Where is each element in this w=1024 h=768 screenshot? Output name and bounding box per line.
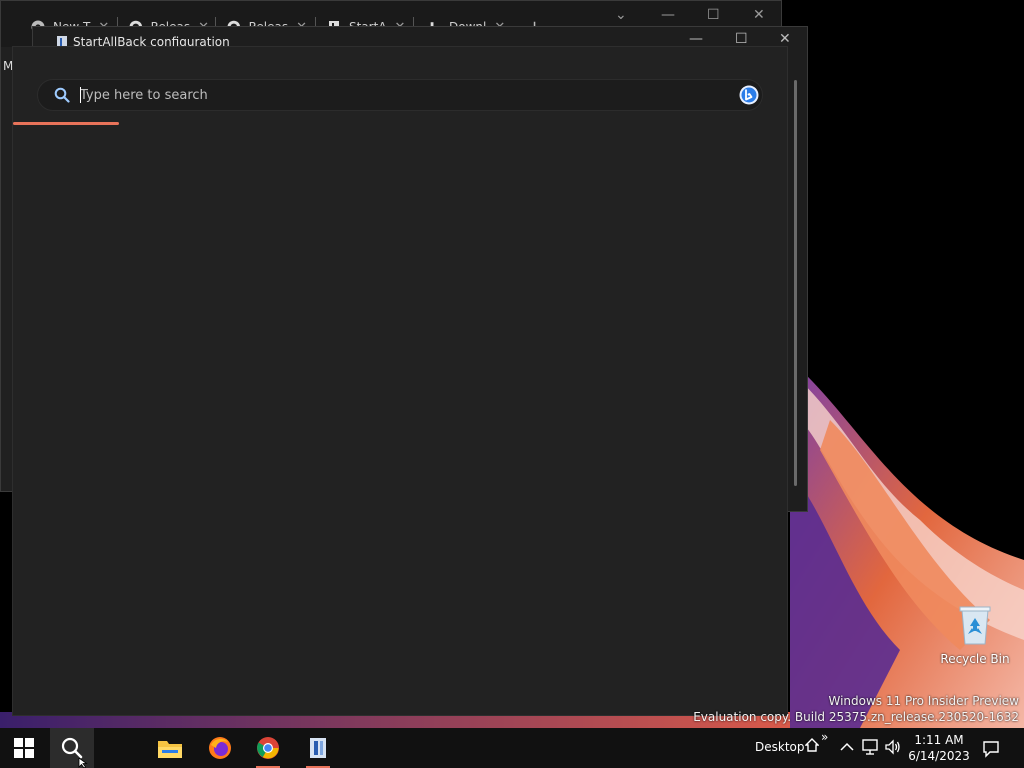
taskbar-chrome[interactable]: [246, 728, 290, 768]
close-button[interactable]: ✕: [753, 7, 765, 23]
notification-center-icon[interactable]: [982, 740, 1000, 758]
scrollbar[interactable]: [794, 80, 797, 486]
network-icon[interactable]: [862, 738, 880, 756]
taskbar-firefox[interactable]: [198, 728, 242, 768]
watermark-edition: Windows 11 Pro Insider Preview: [828, 694, 1019, 708]
tab-search-icon[interactable]: ⌄: [615, 7, 627, 23]
chrome-icon: [257, 737, 279, 759]
taskbar-clock[interactable]: 1:11 AM 6/14/2023: [906, 732, 972, 764]
taskbar-startallback[interactable]: [296, 728, 340, 768]
desktop-toolbar-label[interactable]: Desktop: [755, 740, 805, 754]
file-explorer-icon: [158, 741, 182, 758]
taskbar-file-explorer[interactable]: [148, 728, 192, 768]
volume-icon[interactable]: [884, 738, 902, 756]
maximize-button[interactable]: ☐: [707, 7, 720, 23]
search-box[interactable]: [37, 79, 763, 111]
toolbar-overflow-chevron[interactable]: »: [821, 730, 828, 744]
windows-start-icon: [14, 738, 34, 758]
search-panel: [12, 46, 788, 716]
recycle-bin-icon: [959, 606, 991, 645]
startallback-icon: [310, 738, 326, 758]
bing-chat-icon[interactable]: [739, 85, 759, 105]
taskbar: Desktop » 1:11 AM 6/14/2023: [0, 728, 1024, 768]
home-icon[interactable]: [805, 738, 819, 752]
text-caret: [80, 87, 81, 103]
search-icon: [54, 87, 70, 103]
search-icon: [61, 737, 83, 759]
firefox-icon: [209, 737, 231, 759]
maximize-button[interactable]: ☐: [735, 31, 748, 47]
clock-date: 6/14/2023: [908, 749, 970, 763]
minimize-button[interactable]: —: [661, 7, 675, 23]
recycle-bin-desktop-icon[interactable]: Recycle Bin: [940, 604, 1010, 666]
os-watermark: Windows 11 Pro Insider Preview Evaluatio…: [693, 693, 1019, 725]
show-hidden-icons-chevron-up-icon[interactable]: [840, 742, 854, 752]
start-button[interactable]: [2, 728, 46, 768]
recycle-bin-label: Recycle Bin: [940, 652, 1010, 666]
clock-time: 1:11 AM: [914, 733, 964, 747]
close-button[interactable]: ✕: [779, 31, 791, 47]
watermark-build: Evaluation copy. Build 25375.zn_release.…: [693, 710, 1019, 724]
loading-progress-bar: [13, 122, 119, 125]
minimize-button[interactable]: —: [689, 31, 703, 47]
search-input[interactable]: [80, 84, 720, 106]
mouse-cursor-icon: [78, 758, 88, 768]
